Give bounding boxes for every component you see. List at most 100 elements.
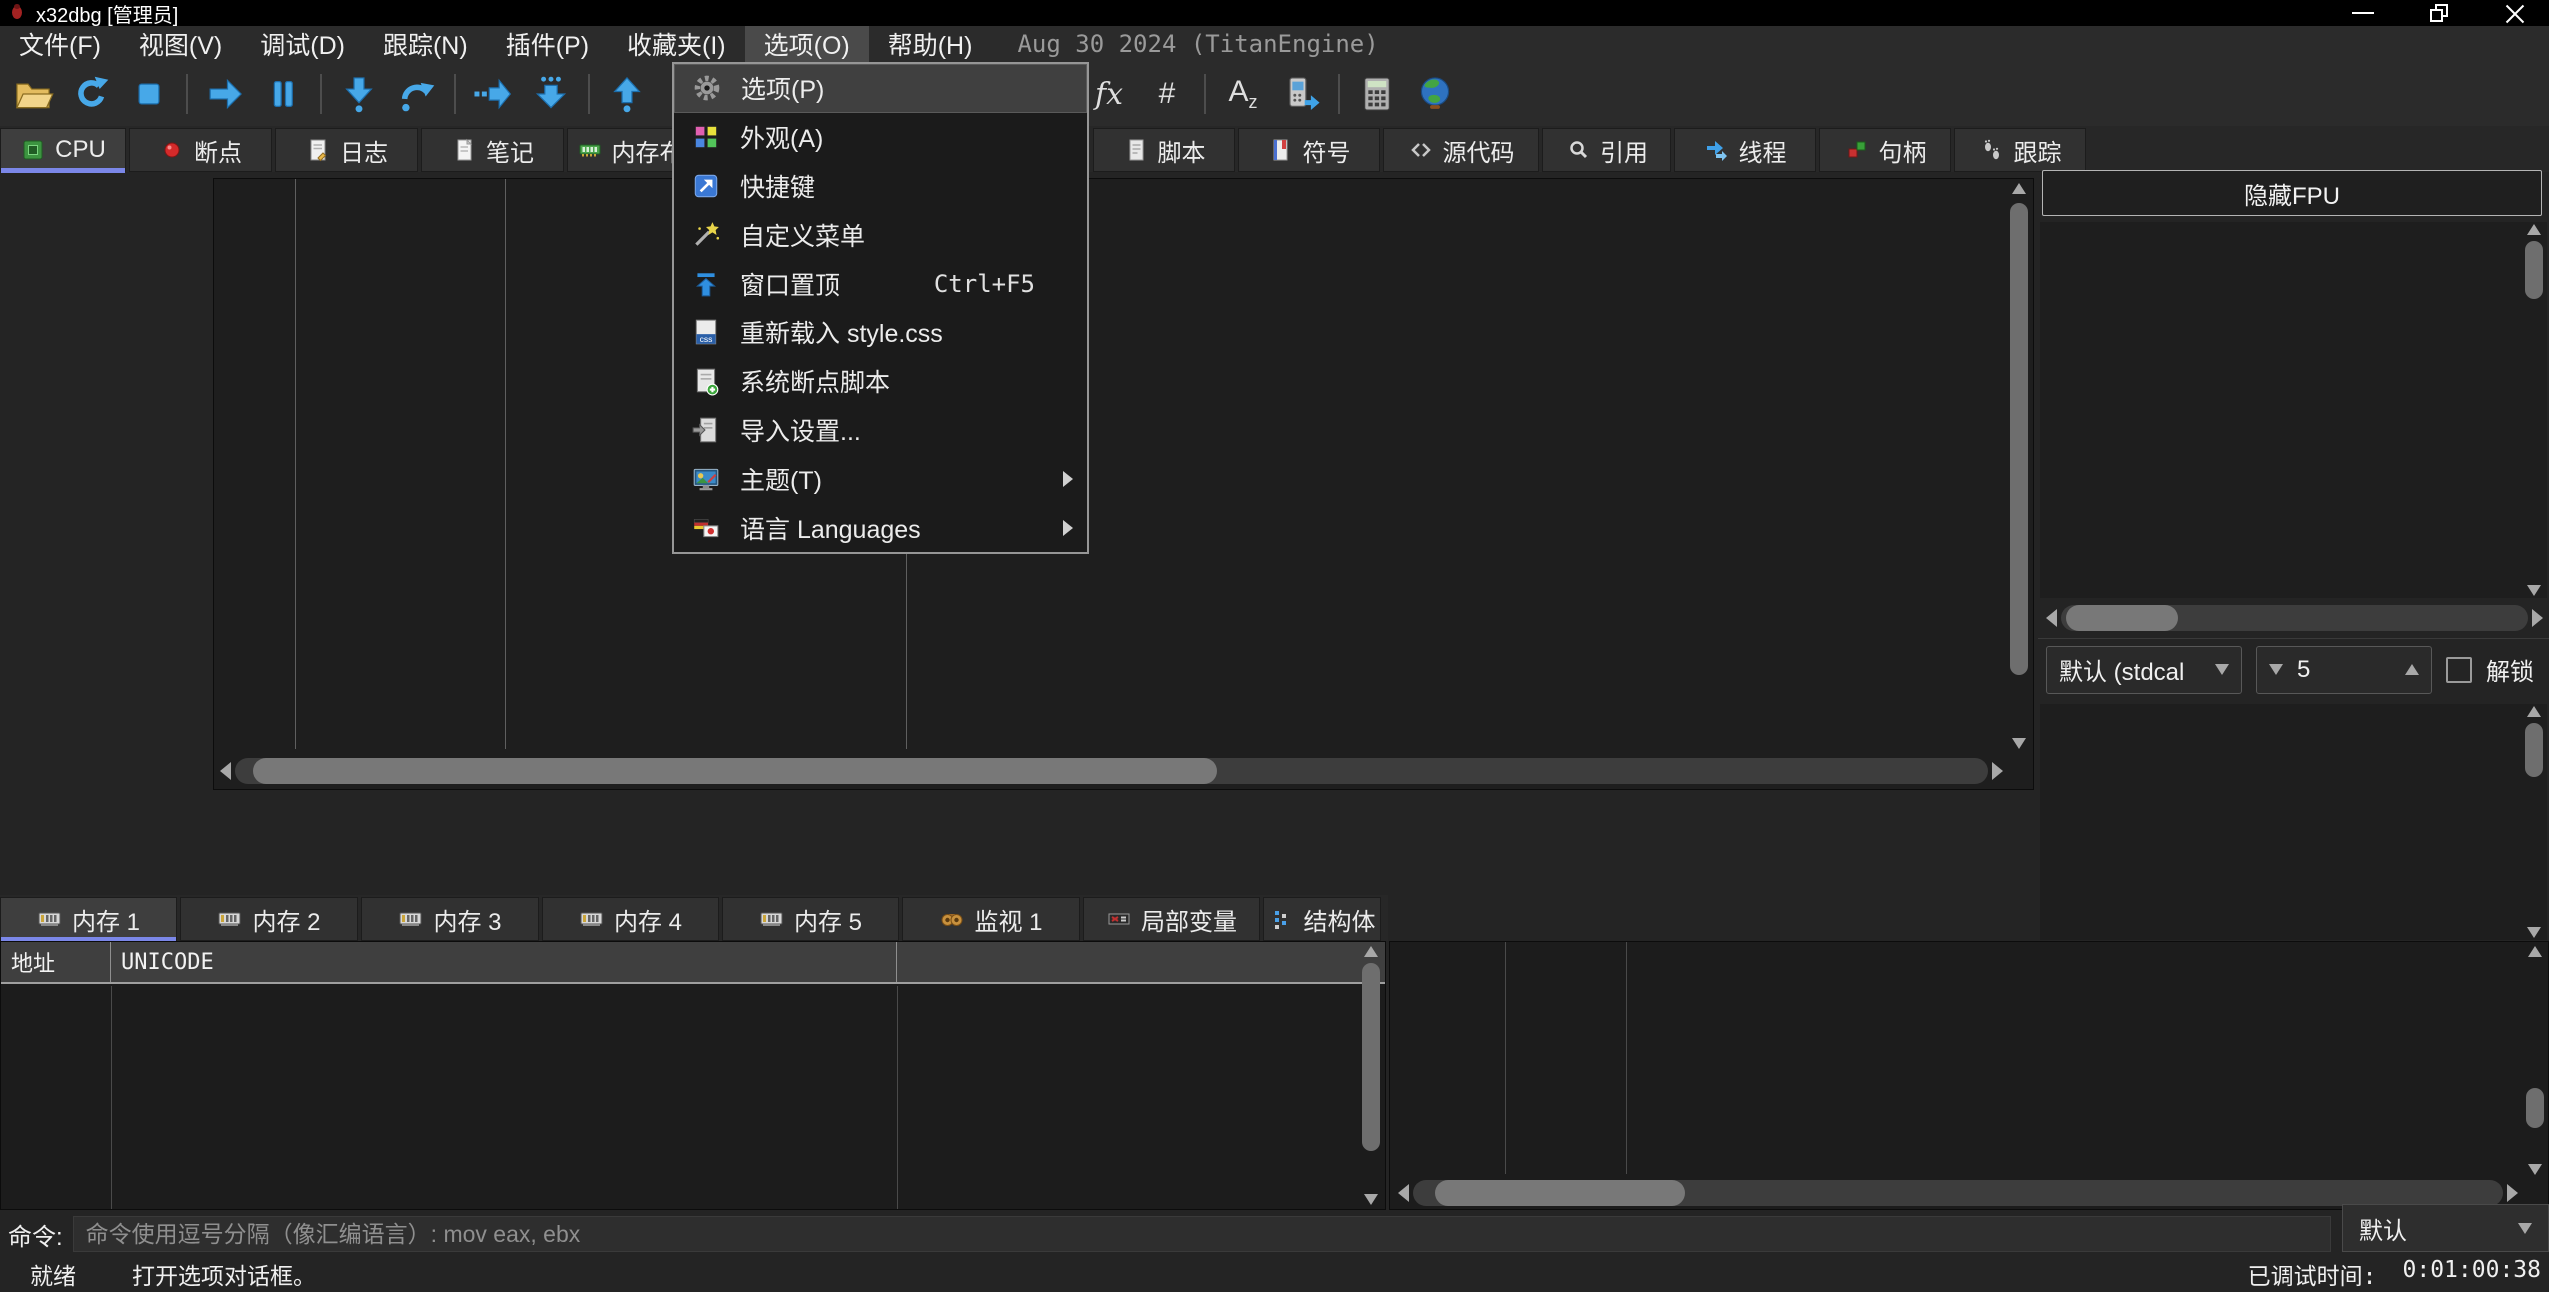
scroll-down-arrow[interactable] [2527, 585, 2541, 596]
column-header-unicode[interactable]: UNICODE [111, 942, 897, 982]
scroll-down-arrow[interactable] [2528, 1164, 2542, 1175]
pause-button[interactable] [254, 65, 312, 123]
tab-struct[interactable]: 结构体 [1263, 897, 1381, 941]
step-over-button[interactable] [388, 65, 446, 123]
tab-dump-2[interactable]: 内存 2 [180, 897, 358, 941]
scrollbar-thumb[interactable] [2525, 241, 2543, 299]
scroll-right-arrow[interactable] [2532, 609, 2543, 627]
tab-cpu[interactable]: CPU [0, 128, 126, 172]
scroll-up-arrow[interactable] [2527, 224, 2541, 235]
menu-item-preferences[interactable]: 选项(P) [674, 64, 1087, 113]
scroll-up-arrow[interactable] [2012, 183, 2026, 194]
scroll-down-arrow[interactable] [2527, 927, 2541, 938]
menu-debug[interactable]: 调试(D) [241, 26, 364, 62]
run-to-user-code-button[interactable] [522, 65, 580, 123]
cpu-vertical-scrollbar[interactable] [2008, 183, 2030, 749]
step-out-button[interactable] [598, 65, 656, 123]
source-icon [1408, 137, 1434, 163]
command-profile-select[interactable]: 默认 [2342, 1204, 2549, 1252]
labels-button[interactable]: # [1138, 65, 1196, 123]
close-button[interactable] [2493, 1, 2537, 25]
menu-file[interactable]: 文件(F) [0, 26, 120, 62]
menu-item-theme[interactable]: 主题(T) [674, 454, 1087, 503]
scroll-left-arrow[interactable] [1398, 1184, 1409, 1202]
column-header-extra[interactable] [897, 942, 1385, 982]
tab-symbols[interactable]: 符号 [1238, 128, 1380, 172]
assemble-button[interactable]: Az [1214, 65, 1272, 123]
scrollbar-thumb[interactable] [253, 758, 1217, 784]
tab-dump-4[interactable]: 内存 4 [542, 897, 719, 941]
menu-item-appearance[interactable]: 外观(A) [674, 113, 1087, 162]
restore-button[interactable] [2417, 1, 2461, 25]
arguments-vertical-scrollbar[interactable] [2523, 706, 2545, 938]
memory-vertical-scrollbar[interactable] [1359, 946, 1383, 1205]
stack-vertical-scrollbar[interactable] [2524, 946, 2546, 1175]
animate-into-button[interactable] [1272, 65, 1330, 123]
menu-plugins[interactable]: 插件(P) [487, 26, 608, 62]
tab-handles[interactable]: 句柄 [1819, 128, 1951, 172]
menu-help[interactable]: 帮助(H) [869, 26, 992, 62]
command-input[interactable] [73, 1216, 2331, 1252]
scrollbar-thumb[interactable] [1362, 963, 1380, 1151]
tab-label: 内存 2 [252, 902, 320, 937]
scrollbar-thumb[interactable] [2525, 723, 2543, 777]
stop-button[interactable] [120, 65, 178, 123]
registers-vertical-scrollbar[interactable] [2523, 224, 2545, 596]
argument-count-stepper[interactable]: 5 [2256, 646, 2432, 694]
open-file-button[interactable] [4, 65, 62, 123]
tab-dump-3[interactable]: 内存 3 [361, 897, 539, 941]
scrollbar-thumb[interactable] [2526, 1088, 2544, 1128]
stepper-increment-icon[interactable] [2405, 664, 2419, 675]
tab-threads[interactable]: 线程 [1674, 128, 1816, 172]
scroll-up-arrow[interactable] [2528, 946, 2542, 957]
scroll-down-arrow[interactable] [2012, 738, 2026, 749]
tab-source[interactable]: 源代码 [1383, 128, 1539, 172]
tab-notes[interactable]: 笔记 [421, 128, 564, 172]
registers-horizontal-scrollbar[interactable] [2046, 604, 2543, 632]
menu-item-reload-style[interactable]: css 重新载入 style.css [674, 308, 1087, 357]
stepper-decrement-icon[interactable] [2269, 664, 2283, 675]
calling-convention-select[interactable]: 默认 (stdcal [2046, 646, 2242, 694]
menu-item-import-settings[interactable]: 导入设置... [674, 406, 1087, 455]
tab-dump-5[interactable]: 内存 5 [722, 897, 899, 941]
menu-favourites[interactable]: 收藏夹(I) [608, 26, 745, 62]
trace-into-button[interactable] [464, 65, 522, 123]
cpu-horizontal-scrollbar[interactable] [220, 757, 2003, 785]
menu-trace[interactable]: 跟踪(N) [364, 26, 487, 62]
menu-item-system-breakpoint-script[interactable]: 系统断点脚本 [674, 357, 1087, 406]
system-breakpoint-script-icon [690, 365, 722, 397]
scrollbar-thumb[interactable] [2010, 203, 2028, 675]
menu-item-topmost[interactable]: 窗口置顶 Ctrl+F5 [674, 259, 1087, 308]
scroll-right-arrow[interactable] [1992, 762, 2003, 780]
menu-item-language[interactable]: 语言 Languages [674, 503, 1087, 552]
preferences-globe-button[interactable] [1406, 65, 1464, 123]
scroll-left-arrow[interactable] [220, 762, 231, 780]
unlock-checkbox[interactable] [2446, 657, 2472, 683]
scroll-up-arrow[interactable] [1364, 946, 1378, 957]
scrollbar-thumb[interactable] [1435, 1180, 1686, 1206]
tab-breakpoints[interactable]: 断点 [129, 128, 272, 172]
minimize-button[interactable] [2341, 1, 2385, 25]
calculator-button[interactable] [1348, 65, 1406, 123]
tab-watch-1[interactable]: 监视 1 [902, 897, 1080, 941]
scrollbar-thumb[interactable] [2066, 605, 2178, 631]
column-header-address[interactable]: 地址 [1, 942, 111, 982]
step-into-button[interactable] [330, 65, 388, 123]
scroll-down-arrow[interactable] [1364, 1194, 1378, 1205]
scroll-left-arrow[interactable] [2046, 609, 2057, 627]
menu-options[interactable]: 选项(O) [745, 26, 869, 62]
menu-item-shortcuts[interactable]: 快捷键 [674, 162, 1087, 211]
tab-dump-1[interactable]: 内存 1 [0, 897, 177, 941]
stack-horizontal-scrollbar[interactable] [1398, 1180, 2518, 1206]
tab-references[interactable]: 引用 [1542, 128, 1671, 172]
restart-button[interactable] [62, 65, 120, 123]
menu-view[interactable]: 视图(V) [120, 26, 241, 62]
tab-log[interactable]: 日志 [275, 128, 418, 172]
run-button[interactable] [196, 65, 254, 123]
tab-locals[interactable]: 局部变量 [1083, 897, 1260, 941]
scroll-right-arrow[interactable] [2507, 1184, 2518, 1202]
hide-fpu-button[interactable]: 隐藏FPU [2042, 170, 2542, 216]
scroll-up-arrow[interactable] [2527, 706, 2541, 717]
menu-item-customize-menu[interactable]: 自定义菜单 [674, 210, 1087, 259]
tab-script[interactable]: 脚本 [1093, 128, 1235, 172]
